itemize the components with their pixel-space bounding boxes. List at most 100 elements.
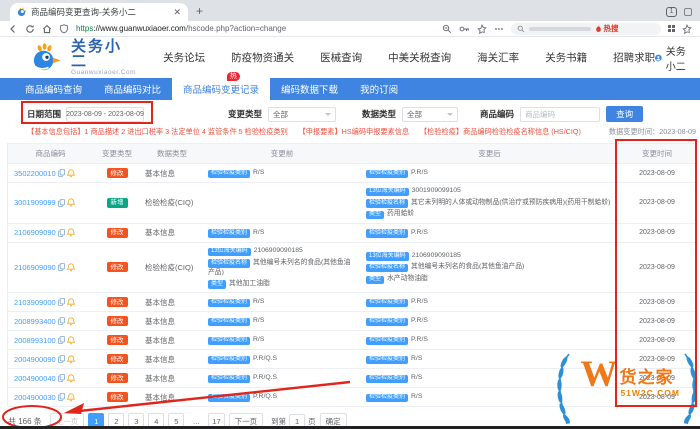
- field-tag: 检验检疫类别: [366, 393, 409, 403]
- change-detail-line: 类型 药用蛤蚧: [366, 209, 414, 220]
- change-detail-line: 检验检疫类别 P.R/Q.S: [208, 354, 277, 365]
- bell-icon[interactable]: [66, 297, 75, 307]
- tool-tab[interactable]: 商品编码查询: [14, 78, 93, 100]
- bell-icon[interactable]: [66, 263, 75, 272]
- tool-tab[interactable]: 编码数据下载: [270, 78, 349, 100]
- home-icon[interactable]: [42, 24, 52, 34]
- main-nav: 关务论坛 防疫物资通关 医械查询 中美关税查询 海关汇率 关务书籍 招聘求职: [163, 50, 655, 65]
- hs-code-link[interactable]: 2004900030: [14, 393, 56, 402]
- change-detail-line: 检验检疫类别 R/S: [208, 335, 264, 346]
- site-logo[interactable]: 关务小二 Guanwuxiaoer.Com: [30, 39, 137, 76]
- copy-icon[interactable]: [57, 374, 65, 382]
- address-bar: https ://www.guanwuxiaoer.com /hscode.ph…: [0, 21, 700, 37]
- hs-code-input[interactable]: [520, 106, 601, 122]
- change-detail-line: 13位海关编码 2106909090185: [208, 246, 303, 257]
- new-tab-icon[interactable]: +: [196, 4, 203, 18]
- bell-icon[interactable]: [66, 168, 75, 178]
- data-type-cell: 检验检疫(CIQ): [145, 262, 194, 272]
- field-tag: 检验检疫类别: [208, 393, 251, 403]
- change-type-select[interactable]: 全部: [268, 106, 337, 122]
- change-type-badge: 新增: [106, 197, 128, 208]
- hs-code-link[interactable]: 2103909000: [14, 298, 56, 307]
- zoom-out-icon[interactable]: [442, 24, 452, 34]
- browser-profile-icon[interactable]: [684, 8, 692, 16]
- bell-icon[interactable]: [66, 373, 75, 383]
- bell-icon[interactable]: [66, 392, 75, 402]
- favorites-star-icon[interactable]: [682, 23, 692, 34]
- change-detail-line: 检验检疫类别 R/S: [366, 373, 422, 384]
- shield-icon[interactable]: [59, 23, 69, 34]
- bell-icon[interactable]: [66, 316, 75, 326]
- date-range-input[interactable]: 2023-08-09 - 2023-08-09: [66, 106, 145, 122]
- copy-icon[interactable]: [57, 169, 65, 177]
- data-type-select[interactable]: 全部: [402, 106, 459, 122]
- tab-title: 商品编码变更查询-关务小二: [31, 7, 136, 17]
- copy-icon[interactable]: [57, 198, 65, 207]
- window-count-badge[interactable]: 1: [666, 7, 677, 17]
- key-icon[interactable]: [459, 24, 470, 34]
- bookmark-star-icon[interactable]: [476, 23, 487, 34]
- table-header-row: 商品编码 变更类型 数据类型 变更前 变更后 变更时间: [8, 144, 696, 164]
- hs-code-link[interactable]: 2008993100: [14, 336, 56, 345]
- hs-code-link[interactable]: 3001909099: [14, 198, 56, 207]
- nav-item[interactable]: 关务论坛: [163, 50, 205, 65]
- tool-tab[interactable]: 我的订阅: [349, 78, 409, 100]
- copy-icon[interactable]: [57, 263, 65, 272]
- more-icon[interactable]: [494, 24, 504, 34]
- hs-code-link[interactable]: 2106909090: [14, 263, 56, 272]
- tool-tab[interactable]: 商品编码变更记录热: [172, 72, 271, 100]
- change-detail-line: 检验检疫类别 P.R/Q.S: [208, 373, 277, 384]
- chevron-down-icon: [325, 112, 332, 119]
- user-area[interactable]: 关务小二: [655, 43, 688, 73]
- hs-code-link[interactable]: 2004900090: [14, 355, 56, 364]
- hs-code-link[interactable]: 3502200010: [14, 169, 56, 178]
- hot-badge: 热: [226, 72, 240, 81]
- copy-icon[interactable]: [57, 317, 65, 325]
- browser-search-box[interactable]: 热搜: [510, 22, 661, 35]
- field-tag: 检验检疫类别: [208, 355, 251, 365]
- reload-icon[interactable]: [25, 24, 35, 34]
- nav-item[interactable]: 关务书籍: [545, 50, 587, 65]
- change-record-table: 商品编码 变更类型 数据类型 变更前 变更后 变更时间 3502200010 修改 基本信…: [7, 143, 697, 408]
- copy-icon[interactable]: [57, 298, 65, 306]
- close-icon[interactable]: ✕: [173, 7, 181, 17]
- url-text[interactable]: https ://www.guanwuxiaoer.com /hscode.ph…: [76, 24, 286, 33]
- hot-search-link[interactable]: 热搜: [595, 23, 619, 34]
- change-type-badge: 修改: [106, 297, 128, 308]
- after-cell: 检验检疫类别 R/S: [361, 350, 618, 368]
- change-time-cell: 2023-08-09: [639, 169, 675, 177]
- back-icon[interactable]: [8, 24, 18, 34]
- change-detail-line: 检验检疫类别 P.R/S: [366, 228, 428, 238]
- browser-tab[interactable]: 商品编码变更查询-关务小二 ✕: [10, 3, 188, 21]
- column-header: 变更类型: [102, 149, 132, 158]
- bell-icon[interactable]: [66, 228, 75, 237]
- before-cell: 检验检疫类别 R/S: [203, 331, 361, 349]
- data-type-cell: 检验检疫(CIQ): [145, 198, 194, 208]
- copy-icon[interactable]: [57, 393, 65, 401]
- copy-icon[interactable]: [57, 336, 65, 344]
- hs-code-link[interactable]: 2008993400: [14, 317, 56, 326]
- change-time-cell: 2023-08-09: [639, 317, 675, 325]
- logo-title: 关务小二: [70, 38, 122, 70]
- nav-item[interactable]: 中美关税查询: [388, 50, 451, 65]
- column-header: 数据类型: [157, 149, 187, 158]
- hs-code-link[interactable]: 2004900040: [14, 374, 56, 383]
- legend-note: 【基本信息包括】1 商品描述 2 进出口税率 3 法定单位 4 监管条件 5 检…: [27, 127, 581, 136]
- copy-icon[interactable]: [57, 355, 65, 363]
- tool-tab[interactable]: 商品编码对比: [93, 78, 172, 100]
- column-header: 变更前: [270, 149, 294, 158]
- search-button[interactable]: 查询: [606, 106, 644, 122]
- nav-item[interactable]: 防疫物资通关: [231, 50, 294, 65]
- bell-icon[interactable]: [66, 335, 75, 345]
- nav-item[interactable]: 招聘求职: [613, 50, 655, 65]
- before-cell: 13位海关编码 2106909090185 检验检疫名称 其他编号未列名的食品(其他鱼…: [203, 243, 361, 292]
- nav-item[interactable]: 医械查询: [320, 50, 362, 65]
- nav-item[interactable]: 海关汇率: [477, 50, 519, 65]
- hs-code-link[interactable]: 2106909090: [14, 228, 56, 237]
- after-cell: 检验检疫类别 P.R/S: [361, 293, 618, 311]
- apps-grid-icon[interactable]: [667, 24, 675, 33]
- bell-icon[interactable]: [66, 198, 75, 207]
- table-row: 2008993100 修改 基本信息 检验检疫类别 R/S 检验检疫类别 P.R/S…: [8, 331, 696, 351]
- copy-icon[interactable]: [57, 228, 65, 237]
- bell-icon[interactable]: [66, 354, 75, 364]
